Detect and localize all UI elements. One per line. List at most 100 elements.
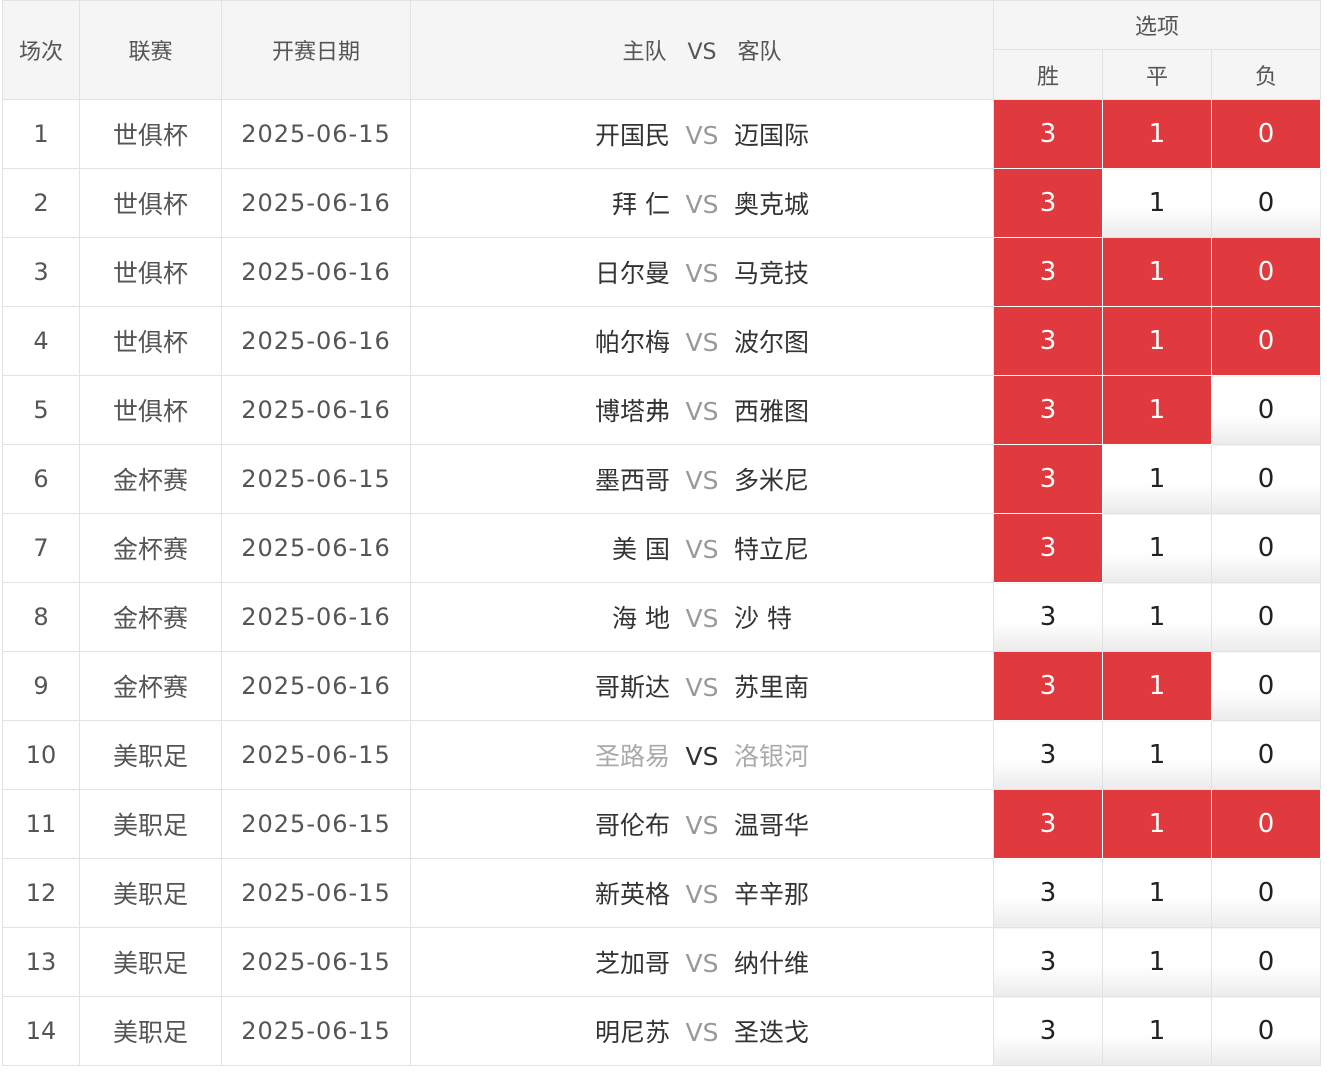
- vs-label: VS: [685, 880, 719, 909]
- option-lose[interactable]: 0: [1210, 99, 1322, 169]
- option-win[interactable]: 3: [993, 99, 1103, 169]
- option-lose[interactable]: 0: [1210, 720, 1322, 790]
- option-draw[interactable]: 1: [1102, 237, 1212, 307]
- header-league: 联赛: [79, 0, 222, 100]
- option-draw[interactable]: 1: [1102, 168, 1212, 238]
- table-row: 9 金杯赛 2025-06-16 哥斯达 VS 苏里南 3 1 0: [2, 651, 1322, 721]
- header-lose: 负: [1210, 49, 1322, 100]
- option-lose[interactable]: 0: [1210, 513, 1322, 583]
- option-draw[interactable]: 1: [1102, 582, 1212, 652]
- table-row: 5 世俱杯 2025-06-16 博塔弗 VS 西雅图 3 1 0: [2, 375, 1322, 445]
- option-win[interactable]: 3: [993, 168, 1103, 238]
- option-lose[interactable]: 0: [1210, 651, 1322, 721]
- option-draw[interactable]: 1: [1102, 996, 1212, 1066]
- home-team: 明尼苏: [594, 1018, 670, 1047]
- match-teams: 墨西哥 VS 多米尼: [410, 444, 994, 514]
- home-team: 墨西哥: [594, 466, 670, 495]
- option-win[interactable]: 3: [993, 306, 1103, 376]
- option-win[interactable]: 3: [993, 237, 1103, 307]
- option-draw[interactable]: 1: [1102, 375, 1212, 445]
- match-number: 8: [2, 582, 80, 652]
- match-date: 2025-06-16: [221, 513, 411, 583]
- option-draw[interactable]: 1: [1102, 858, 1212, 928]
- table-row: 3 世俱杯 2025-06-16 日尔曼 VS 马竞技 3 1 0: [2, 237, 1322, 307]
- match-date: 2025-06-15: [221, 927, 411, 997]
- away-team: 奥克城: [734, 190, 810, 219]
- match-teams: 美 国 VS 特立尼: [410, 513, 994, 583]
- option-lose[interactable]: 0: [1210, 375, 1322, 445]
- option-draw[interactable]: 1: [1102, 99, 1212, 169]
- option-draw[interactable]: 1: [1102, 513, 1212, 583]
- option-lose[interactable]: 0: [1210, 996, 1322, 1066]
- home-team: 新英格: [594, 880, 670, 909]
- away-team: 纳什维: [734, 949, 810, 978]
- away-team: 迈国际: [734, 121, 810, 150]
- header-date: 开赛日期: [221, 0, 411, 100]
- league-name: 美职足: [79, 996, 222, 1066]
- option-lose[interactable]: 0: [1210, 237, 1322, 307]
- option-lose[interactable]: 0: [1210, 306, 1322, 376]
- match-table: 场次 联赛 开赛日期 主队 VS 客队 选项 胜 平 负 1 世俱杯 2025-06…: [2, 0, 1322, 1066]
- away-team: 苏里南: [734, 673, 810, 702]
- league-name: 美职足: [79, 927, 222, 997]
- option-win[interactable]: 3: [993, 720, 1103, 790]
- away-team: 多米尼: [734, 466, 810, 495]
- league-name: 美职足: [79, 858, 222, 928]
- option-lose[interactable]: 0: [1210, 927, 1322, 997]
- option-win[interactable]: 3: [993, 927, 1103, 997]
- option-lose[interactable]: 0: [1210, 789, 1322, 859]
- match-number: 6: [2, 444, 80, 514]
- away-team: 辛辛那: [734, 880, 810, 909]
- away-team: 特立尼: [734, 535, 810, 564]
- vs-label: VS: [685, 1018, 719, 1047]
- option-win[interactable]: 3: [993, 444, 1103, 514]
- option-win[interactable]: 3: [993, 996, 1103, 1066]
- league-name: 美职足: [79, 720, 222, 790]
- option-win[interactable]: 3: [993, 858, 1103, 928]
- match-date: 2025-06-16: [221, 651, 411, 721]
- option-win[interactable]: 3: [993, 651, 1103, 721]
- table-row: 4 世俱杯 2025-06-16 帕尔梅 VS 波尔图 3 1 0: [2, 306, 1322, 376]
- option-lose[interactable]: 0: [1210, 582, 1322, 652]
- option-lose[interactable]: 0: [1210, 444, 1322, 514]
- table-row: 12 美职足 2025-06-15 新英格 VS 辛辛那 3 1 0: [2, 858, 1322, 928]
- home-team: 海 地: [612, 604, 670, 633]
- table-row: 11 美职足 2025-06-15 哥伦布 VS 温哥华 3 1 0: [2, 789, 1322, 859]
- home-team: 帕尔梅: [594, 328, 670, 357]
- option-lose[interactable]: 0: [1210, 168, 1322, 238]
- option-draw[interactable]: 1: [1102, 720, 1212, 790]
- match-teams: 哥伦布 VS 温哥华: [410, 789, 994, 859]
- option-win[interactable]: 3: [993, 789, 1103, 859]
- option-draw[interactable]: 1: [1102, 444, 1212, 514]
- league-name: 世俱杯: [79, 375, 222, 445]
- league-name: 世俱杯: [79, 306, 222, 376]
- option-lose[interactable]: 0: [1210, 858, 1322, 928]
- header-win: 胜: [993, 49, 1103, 100]
- option-win[interactable]: 3: [993, 582, 1103, 652]
- vs-label: VS: [685, 742, 719, 771]
- option-draw[interactable]: 1: [1102, 927, 1212, 997]
- option-draw[interactable]: 1: [1102, 306, 1212, 376]
- away-team: 洛银河: [734, 742, 810, 771]
- option-draw[interactable]: 1: [1102, 651, 1212, 721]
- match-teams: 新英格 VS 辛辛那: [410, 858, 994, 928]
- header-away: 客队: [737, 40, 782, 65]
- option-win[interactable]: 3: [993, 513, 1103, 583]
- match-date: 2025-06-15: [221, 996, 411, 1066]
- vs-label: VS: [685, 949, 719, 978]
- home-team: 哥斯达: [594, 673, 670, 702]
- match-number: 7: [2, 513, 80, 583]
- option-win[interactable]: 3: [993, 375, 1103, 445]
- away-team: 圣迭戈: [734, 1018, 810, 1047]
- match-teams: 拜 仁 VS 奥克城: [410, 168, 994, 238]
- vs-label: VS: [685, 328, 719, 357]
- match-date: 2025-06-15: [221, 444, 411, 514]
- option-draw[interactable]: 1: [1102, 789, 1212, 859]
- match-number: 2: [2, 168, 80, 238]
- match-number: 12: [2, 858, 80, 928]
- match-date: 2025-06-15: [221, 789, 411, 859]
- header-options: 选项: [992, 0, 1322, 50]
- table-row: 14 美职足 2025-06-15 明尼苏 VS 圣迭戈 3 1 0: [2, 996, 1322, 1066]
- away-team: 温哥华: [734, 811, 810, 840]
- match-teams: 博塔弗 VS 西雅图: [410, 375, 994, 445]
